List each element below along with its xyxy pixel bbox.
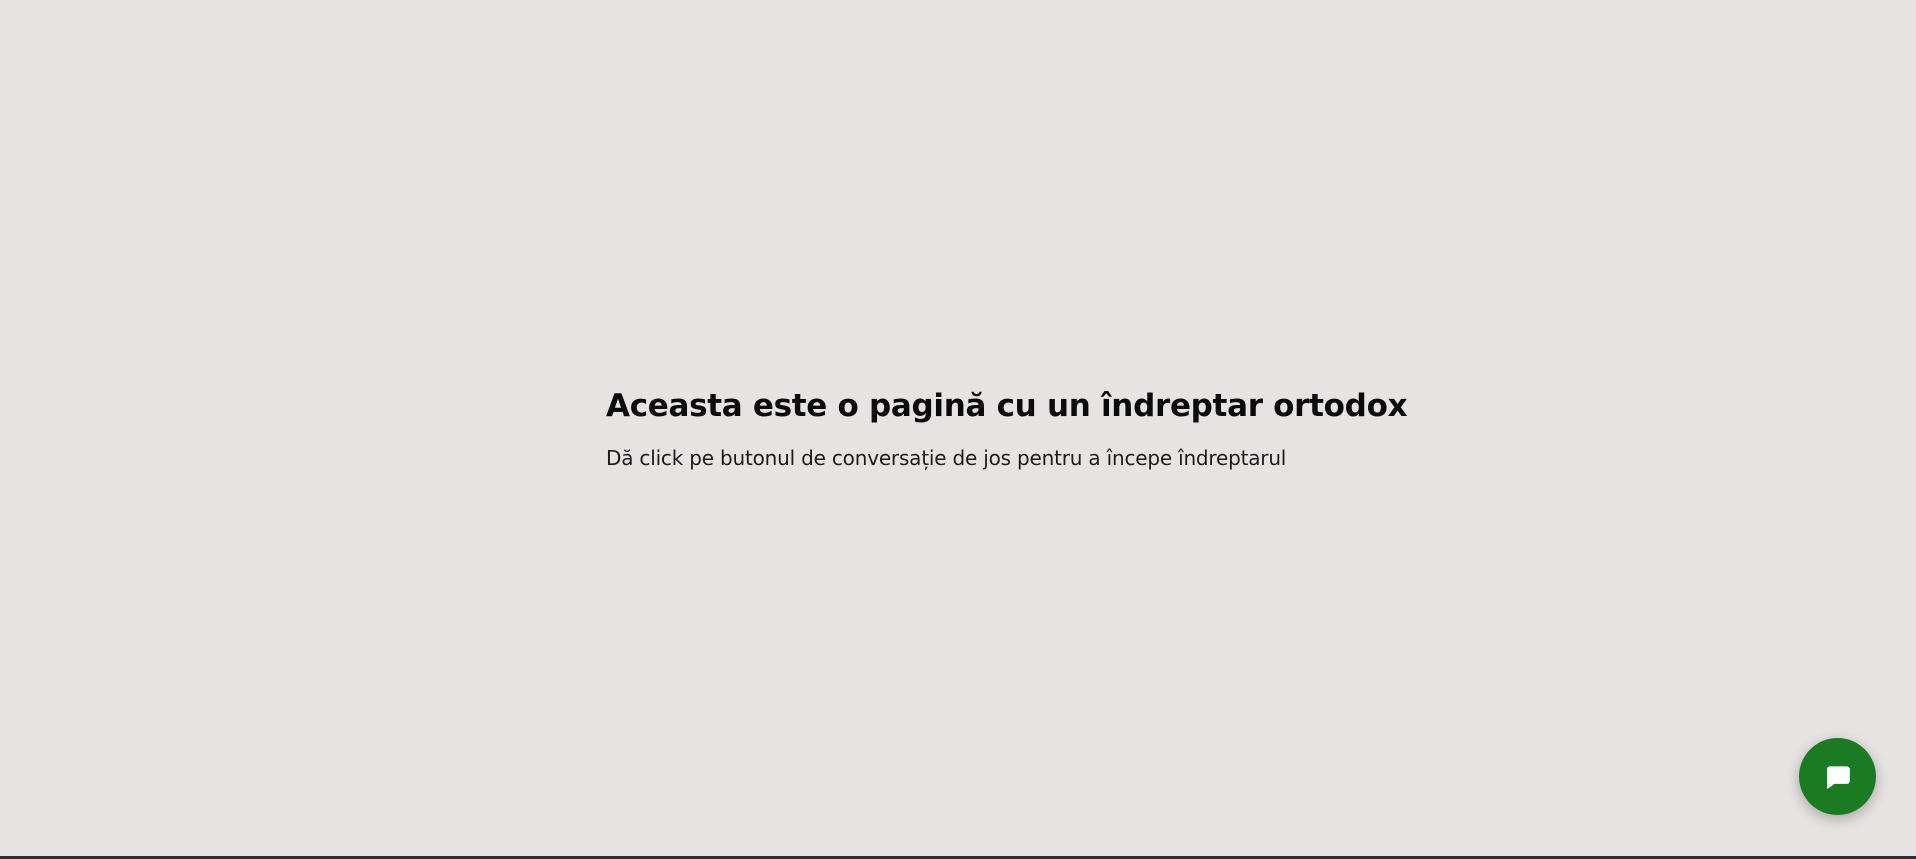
page-background: Aceasta este o pagină cu un îndreptar or… <box>0 0 1916 856</box>
main-content: Aceasta este o pagină cu un îndreptar or… <box>606 383 1408 473</box>
chat-button[interactable] <box>1799 738 1876 815</box>
chat-bubble-icon <box>1826 765 1850 789</box>
page-subtitle: Dă click pe butonul de conversație de jo… <box>606 446 1287 470</box>
page-title: Aceasta este o pagină cu un îndreptar or… <box>606 388 1408 424</box>
